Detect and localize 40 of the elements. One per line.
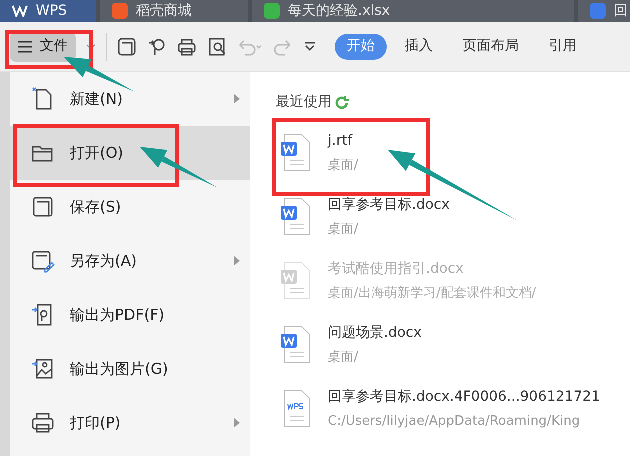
file-path: 桌面/出海萌新学习/配套课件和文档/ <box>328 284 536 303</box>
file-menu-item[interactable]: 另存为(A) <box>10 234 250 288</box>
file-name: 问题场景.docx <box>328 324 422 343</box>
refresh-icon[interactable] <box>334 94 350 110</box>
recent-title: 最近使用 <box>276 93 332 112</box>
menu-icon <box>18 40 32 52</box>
document-tab[interactable]: 回 <box>578 0 630 22</box>
file-menu-item[interactable]: 新建(N) <box>10 72 250 126</box>
recent-file-item[interactable]: 回享参考目标.docx.4F0006...906121721 C:/Users/lilyjae/AppData/Roaming/King <box>276 377 630 441</box>
file-path: 桌面/ <box>328 156 358 175</box>
file-path: C:/Users/lilyjae/AppData/Roaming/King <box>328 412 582 431</box>
file-menu-item[interactable]: 打印(P) <box>10 396 250 450</box>
more-dropdown-icon[interactable] <box>303 40 317 54</box>
document-tab[interactable]: 每天的经验.xlsx <box>252 0 574 22</box>
file-menu-item[interactable]: 打开(O) <box>10 126 250 180</box>
share-icon[interactable] <box>147 36 167 56</box>
file-path: 桌面/ <box>328 348 360 367</box>
file-name: j.rtf <box>328 132 354 151</box>
recent-file-item[interactable]: 问题场景.docx 桌面/ <box>276 313 630 377</box>
file-name: 考试酷使用指引.docx <box>328 260 465 279</box>
chevron-down-icon <box>86 44 96 50</box>
recent-file-item[interactable]: 回享参考目标.docx 桌面/ <box>276 185 630 249</box>
file-menu-item[interactable]: 输出为图片(G) <box>10 342 250 396</box>
document-tab[interactable]: WPS <box>0 0 96 22</box>
print-preview-icon[interactable] <box>207 36 227 56</box>
ribbon-tab[interactable]: 页面布局 <box>451 34 531 60</box>
arrow-overlay <box>64 57 135 92</box>
ribbon-tab[interactable]: 引用 <box>537 34 589 60</box>
flame-logo-icon <box>112 3 128 19</box>
printer-icon[interactable] <box>177 36 197 56</box>
ribbon-tab[interactable]: 插入 <box>393 34 445 60</box>
file-name: 回享参考目标.docx <box>328 196 450 215</box>
writer-logo-icon <box>590 3 606 19</box>
w-logo-icon <box>12 5 28 17</box>
file-menu-item[interactable]: 输出为PDF(F) <box>10 288 250 342</box>
sheet-logo-icon <box>264 3 280 19</box>
document-tab[interactable]: 稻壳商城 <box>100 0 248 22</box>
file-path: 桌面/ <box>328 220 360 239</box>
save-icon[interactable] <box>117 36 137 56</box>
file-name: 回享参考目标.docx.4F0006...906121721 <box>328 388 600 407</box>
